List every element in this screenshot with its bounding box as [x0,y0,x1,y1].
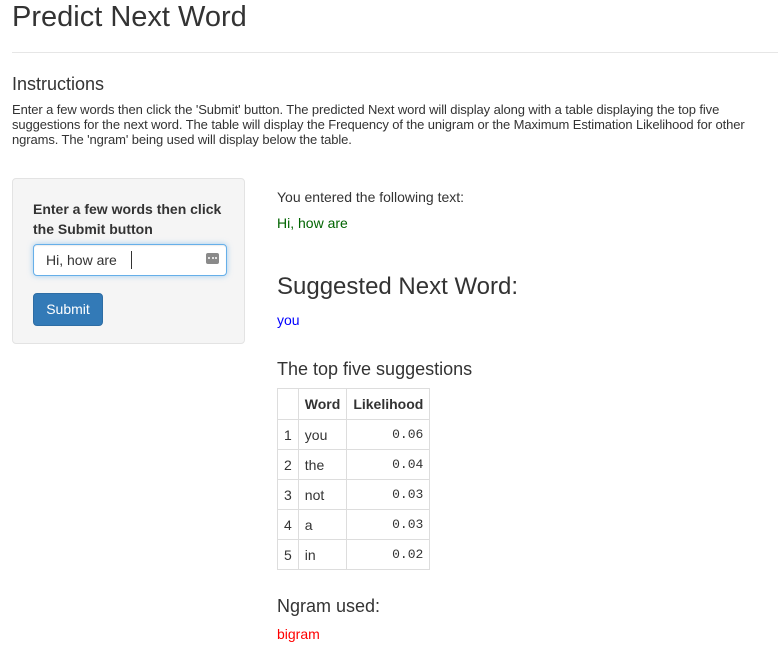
ngram-heading: Ngram used: [277,596,381,616]
row-word: in [297,539,348,570]
row-index: 4 [277,509,299,540]
row-likelihood: 0.06 [346,419,431,450]
page-title: Predict Next Word [12,1,247,33]
top-suggestions-heading: The top five suggestions [277,359,473,379]
input-panel: Enter a few words then click the Submit … [12,178,245,344]
table-row: 4 a 0.03 [277,509,431,540]
row-likelihood: 0.02 [346,539,431,570]
input-label: Enter a few words then click the Submit … [33,201,222,237]
row-index: 1 [277,419,299,450]
text-cursor [131,251,132,269]
row-word: you [297,419,348,450]
submit-button[interactable]: Submit [33,293,103,326]
instructions-text: Enter a few words then click the 'Submit… [12,102,745,147]
row-likelihood: 0.04 [346,449,431,480]
row-word: a [297,509,348,540]
table-header-word: Word [297,388,348,420]
table-header-likelihood: Likelihood [346,388,431,420]
table-row: 1 you 0.06 [277,419,431,450]
row-word: not [297,479,348,510]
row-likelihood: 0.03 [346,479,431,510]
entered-label: You entered the following text: [277,189,465,205]
row-index: 5 [277,539,299,570]
table-row: 5 in 0.02 [277,539,431,570]
suggested-heading: Suggested Next Word: [277,273,519,300]
row-index: 3 [277,479,299,510]
table-header-row: Word Likelihood [277,388,431,420]
suggested-word: you [277,312,300,328]
ngram-value: bigram [277,626,320,642]
row-index: 2 [277,449,299,480]
entered-text: Hi, how are [277,215,348,231]
suggestions-table: Word Likelihood 1 you 0.06 2 the 0.04 3 … [277,388,431,570]
row-likelihood: 0.03 [346,509,431,540]
text-input[interactable] [33,244,227,276]
table-header-index [277,388,299,420]
divider [12,52,778,53]
table-row: 3 not 0.03 [277,479,431,510]
table-row: 2 the 0.04 [277,449,431,480]
instructions-heading: Instructions [12,74,105,94]
row-word: the [297,449,348,480]
more-dots-icon[interactable] [206,253,219,264]
